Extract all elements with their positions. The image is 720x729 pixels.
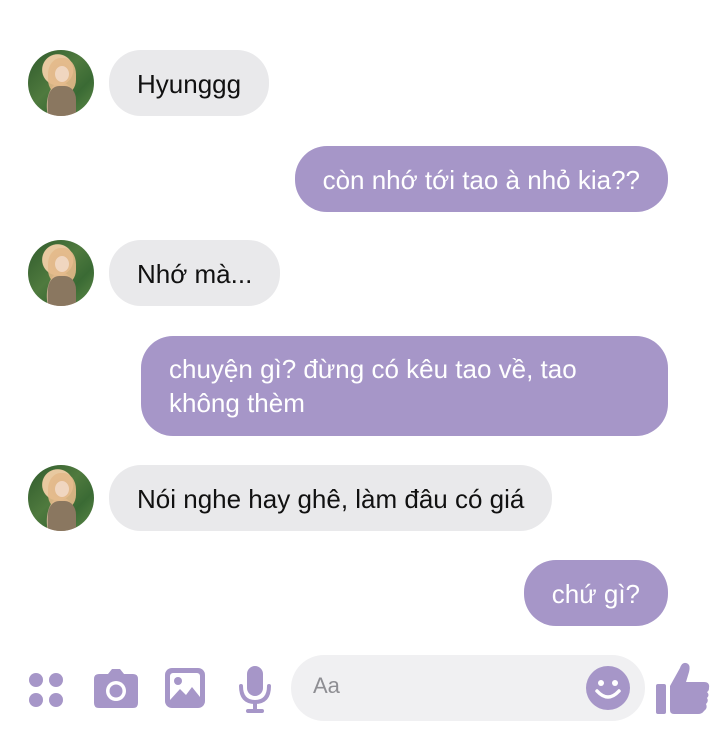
message-text-line: chuyện gì? đừng có kêu tao về, tao: [169, 354, 577, 384]
avatar[interactable]: [28, 240, 94, 306]
avatar-face: [55, 481, 69, 497]
microphone-icon[interactable]: [238, 664, 272, 714]
incoming-message[interactable]: Nhớ mà...: [109, 240, 281, 306]
avatar-face: [55, 66, 69, 82]
message-text: Nhớ mà...: [137, 259, 253, 289]
avatar-body: [48, 86, 76, 116]
message-text: Nói nghe hay ghê, làm đâu có giá: [137, 484, 525, 514]
avatar-face: [55, 256, 69, 272]
message-input-placeholder: Aa: [313, 673, 340, 698]
apps-icon[interactable]: [26, 670, 66, 710]
outgoing-message[interactable]: chứ gì?: [523, 560, 668, 626]
emoji-icon[interactable]: [585, 665, 631, 711]
outgoing-message[interactable]: còn nhớ tới tao à nhỏ kia??: [294, 146, 668, 212]
gallery-icon[interactable]: [164, 667, 206, 709]
message-input[interactable]: Aa: [291, 655, 645, 721]
message-text: Hyunggg: [137, 69, 242, 99]
avatar[interactable]: [28, 50, 94, 116]
camera-icon[interactable]: [93, 668, 139, 710]
composer-bar: Aa: [0, 652, 720, 729]
outgoing-message[interactable]: chuyện gì? đừng có kêu tao về, tao không…: [141, 336, 668, 436]
message-text-line: không thèm: [169, 388, 305, 418]
incoming-message[interactable]: Hyunggg: [109, 50, 270, 116]
avatar-body: [48, 276, 76, 306]
message-text: chứ gì?: [551, 579, 640, 609]
avatar-body: [48, 501, 76, 531]
message-text: còn nhớ tới tao à nhỏ kia??: [322, 165, 640, 195]
incoming-message[interactable]: Nói nghe hay ghê, làm đâu có giá: [109, 465, 553, 531]
avatar[interactable]: [28, 465, 94, 531]
thumbs-up-icon[interactable]: [654, 660, 712, 716]
